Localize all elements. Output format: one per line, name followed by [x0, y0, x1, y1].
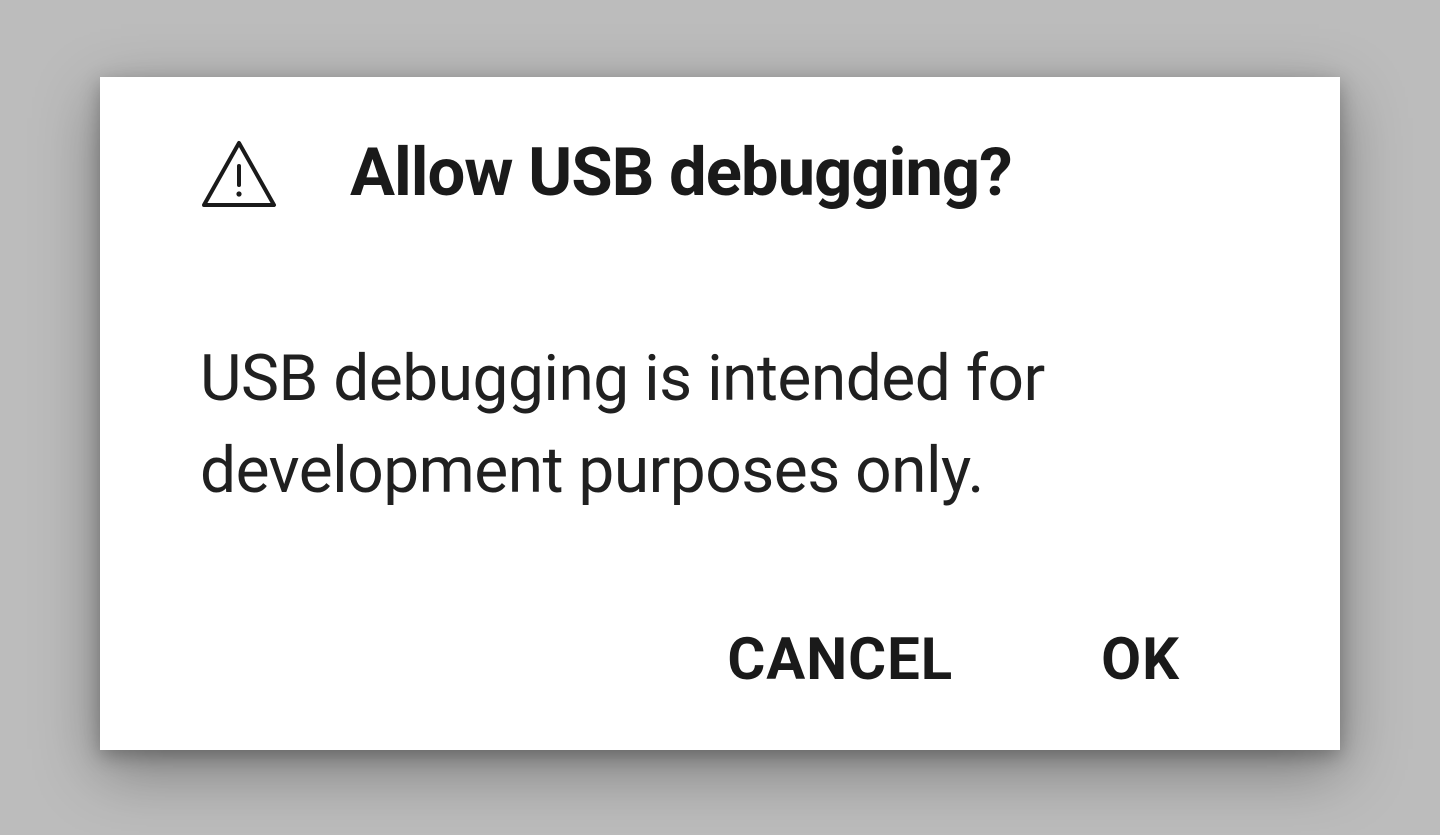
dialog-title: Allow USB debugging? [350, 137, 1012, 211]
warning-icon [200, 139, 278, 209]
cancel-button[interactable]: CANCEL [727, 626, 953, 694]
dialog-header: Allow USB debugging? [200, 137, 1240, 211]
usb-debugging-dialog: Allow USB debugging? USB debugging is in… [100, 77, 1340, 750]
ok-button[interactable]: OK [1101, 626, 1180, 694]
dialog-body-text: USB debugging is intended for developmen… [200, 333, 1240, 519]
dialog-actions: CANCEL OK [200, 626, 1240, 702]
